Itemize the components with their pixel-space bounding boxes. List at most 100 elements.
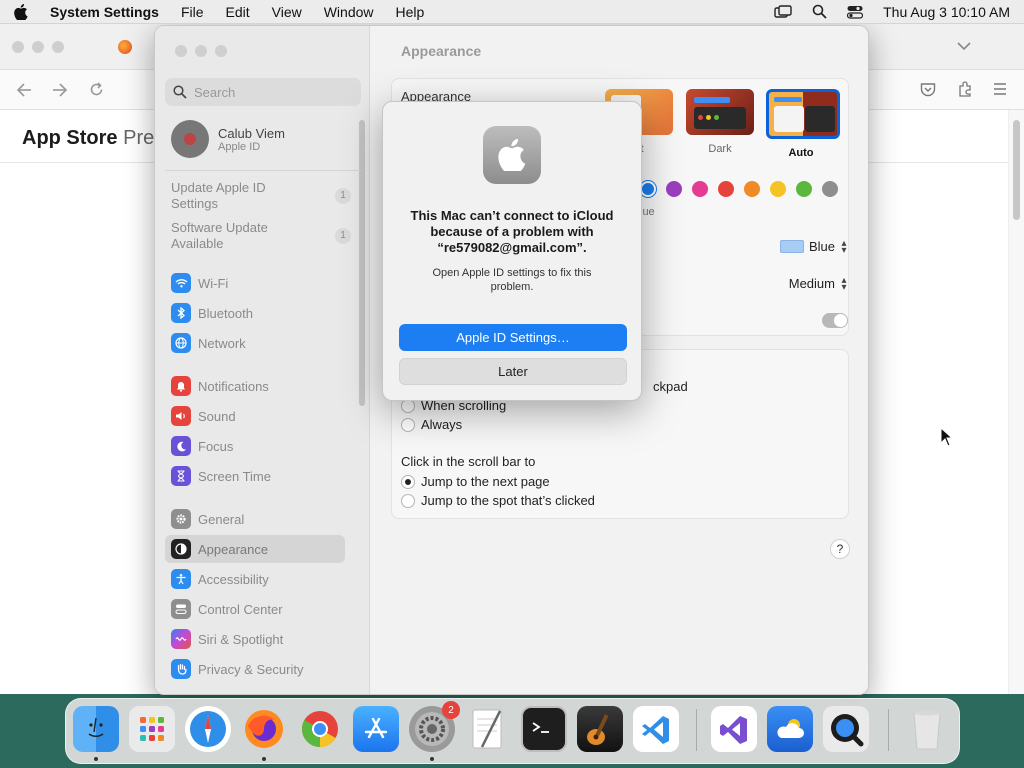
accent-color-graphite[interactable] — [822, 181, 838, 197]
screen-mirroring-icon[interactable] — [774, 4, 792, 19]
settings-close-button[interactable] — [175, 45, 187, 57]
back-arrow-icon[interactable] — [16, 83, 32, 97]
sidebar-icon-size-popup[interactable]: Medium ▴ ▾ — [788, 275, 848, 292]
apple-menu-icon[interactable] — [14, 3, 28, 20]
firefox-icon[interactable] — [241, 706, 287, 752]
finder-icon[interactable] — [73, 706, 119, 752]
user-subtitle: Apple ID — [218, 140, 261, 153]
sidebar-item-sound[interactable]: Sound — [165, 402, 345, 430]
visual-studio-icon[interactable] — [711, 706, 757, 752]
control-center-icon[interactable] — [847, 5, 864, 19]
sidebar-item-label: Bluetooth — [198, 305, 253, 321]
chrome-icon[interactable] — [297, 706, 343, 752]
browser-scrollbar-thumb[interactable] — [1013, 120, 1020, 220]
accent-color-picker — [640, 181, 838, 197]
radio-always[interactable]: Always — [401, 417, 462, 432]
menu-window[interactable]: Window — [324, 4, 374, 20]
sidebar-item-notifications[interactable]: Notifications — [165, 372, 345, 400]
dark-thumbnail — [686, 89, 754, 135]
menu-clock[interactable]: Thu Aug 3 10:10 AM — [883, 4, 1010, 20]
safari-icon[interactable] — [185, 706, 231, 752]
launchpad-icon[interactable] — [129, 706, 175, 752]
menu-app-name[interactable]: System Settings — [50, 4, 159, 20]
sidebar-item-bluetooth[interactable]: Bluetooth — [165, 299, 345, 327]
browser-zoom-button[interactable] — [52, 41, 64, 53]
extensions-icon[interactable] — [957, 81, 973, 97]
accent-color-purple[interactable] — [666, 181, 682, 197]
sidebar-search-field[interactable]: Search — [165, 78, 361, 106]
sidebar-item-screen-time[interactable]: Screen Time — [165, 462, 345, 490]
sidebar-item-network[interactable]: Network — [165, 329, 345, 357]
garageband-icon[interactable] — [577, 706, 623, 752]
reload-icon[interactable] — [89, 82, 104, 97]
sidebar-item-wifi[interactable]: Wi-Fi — [165, 269, 345, 297]
help-button[interactable]: ? — [830, 539, 850, 559]
radio-dot — [401, 493, 415, 508]
sidebar-item-privacy-security[interactable]: Privacy & Security — [165, 655, 345, 683]
menu-hamburger-icon[interactable] — [993, 83, 1007, 95]
accent-color-blue[interactable] — [640, 181, 656, 197]
textedit-icon[interactable] — [465, 706, 511, 752]
browser-scrollbar[interactable] — [1008, 110, 1024, 694]
globe-icon — [171, 333, 191, 353]
update-apple-id-item[interactable]: Update Apple ID Settings 1 — [171, 180, 351, 212]
sidebar-icon-size-value: Medium — [788, 276, 835, 291]
sidebar-item-accessibility[interactable]: Accessibility — [165, 565, 345, 593]
running-indicator — [262, 757, 266, 761]
software-update-badge: 1 — [335, 228, 351, 244]
accent-color-orange[interactable] — [744, 181, 760, 197]
tab-list-chevron-icon[interactable] — [957, 41, 971, 51]
wallpaper-tinting-toggle[interactable] — [822, 313, 848, 328]
sidebar-item-general[interactable]: General — [165, 505, 345, 533]
apple-id-account[interactable]: Calub Viem Apple ID — [171, 120, 285, 158]
firefox-tab-icon[interactable] — [118, 40, 132, 54]
menu-edit[interactable]: Edit — [226, 4, 250, 20]
browser-minimize-button[interactable] — [32, 41, 44, 53]
trash-icon[interactable] — [904, 706, 950, 752]
accent-color-green[interactable] — [796, 181, 812, 197]
spotlight-search-icon[interactable] — [812, 4, 827, 19]
forward-arrow-icon[interactable] — [52, 83, 68, 97]
search-icon — [173, 85, 187, 99]
appearance-option-dark[interactable]: Dark — [685, 89, 755, 155]
weather-icon[interactable] — [767, 706, 813, 752]
menu-file[interactable]: File — [181, 4, 204, 20]
accent-color-pink[interactable] — [692, 181, 708, 197]
app-store-icon[interactable] — [353, 706, 399, 752]
radio-dot — [401, 474, 415, 489]
sidebar-item-control-center[interactable]: Control Center — [165, 595, 345, 623]
auto-thumbnail — [766, 89, 840, 139]
icloud-alert-dialog: This Mac can’t connect to iCloud because… — [382, 101, 642, 401]
accent-color-red[interactable] — [718, 181, 734, 197]
bluetooth-icon — [171, 303, 191, 323]
highlight-color-popup[interactable]: Blue ▴ ▾ — [779, 238, 848, 255]
sidebar-item-label: Sound — [198, 408, 236, 424]
sidebar-item-focus[interactable]: Focus — [165, 432, 345, 460]
appearance-option-auto[interactable]: Auto — [766, 89, 840, 159]
software-update-item[interactable]: Software Update Available 1 — [171, 220, 351, 252]
vscode-icon[interactable] — [633, 706, 679, 752]
notification-badge: 2 — [442, 701, 460, 719]
browser-close-button[interactable] — [12, 41, 24, 53]
system-settings-icon[interactable]: 2 — [409, 701, 460, 752]
menu-help[interactable]: Help — [396, 4, 425, 20]
dock: 2 — [65, 698, 960, 764]
terminal-icon[interactable] — [521, 706, 567, 752]
radio-jump-spot-clicked[interactable]: Jump to the spot that’s clicked — [401, 493, 595, 508]
appearance-icon — [171, 539, 191, 559]
pocket-icon[interactable] — [920, 82, 936, 97]
menu-view[interactable]: View — [272, 4, 302, 20]
sidebar-scrollbar[interactable] — [359, 120, 365, 406]
sidebar-item-label: Screen Time — [198, 468, 271, 484]
settings-minimize-button[interactable] — [195, 45, 207, 57]
quicktime-icon[interactable] — [823, 706, 869, 752]
sidebar-item-siri-spotlight[interactable]: Siri & Spotlight — [165, 625, 345, 653]
accent-color-yellow[interactable] — [770, 181, 786, 197]
settings-zoom-button[interactable] — [215, 45, 227, 57]
running-indicator — [430, 757, 434, 761]
sidebar-item-appearance[interactable]: Appearance — [165, 535, 345, 563]
later-button[interactable]: Later — [399, 358, 627, 385]
alert-message: This Mac can’t connect to iCloud because… — [410, 208, 614, 255]
apple-id-settings-button[interactable]: Apple ID Settings… — [399, 324, 627, 351]
radio-jump-next-page[interactable]: Jump to the next page — [401, 474, 550, 489]
